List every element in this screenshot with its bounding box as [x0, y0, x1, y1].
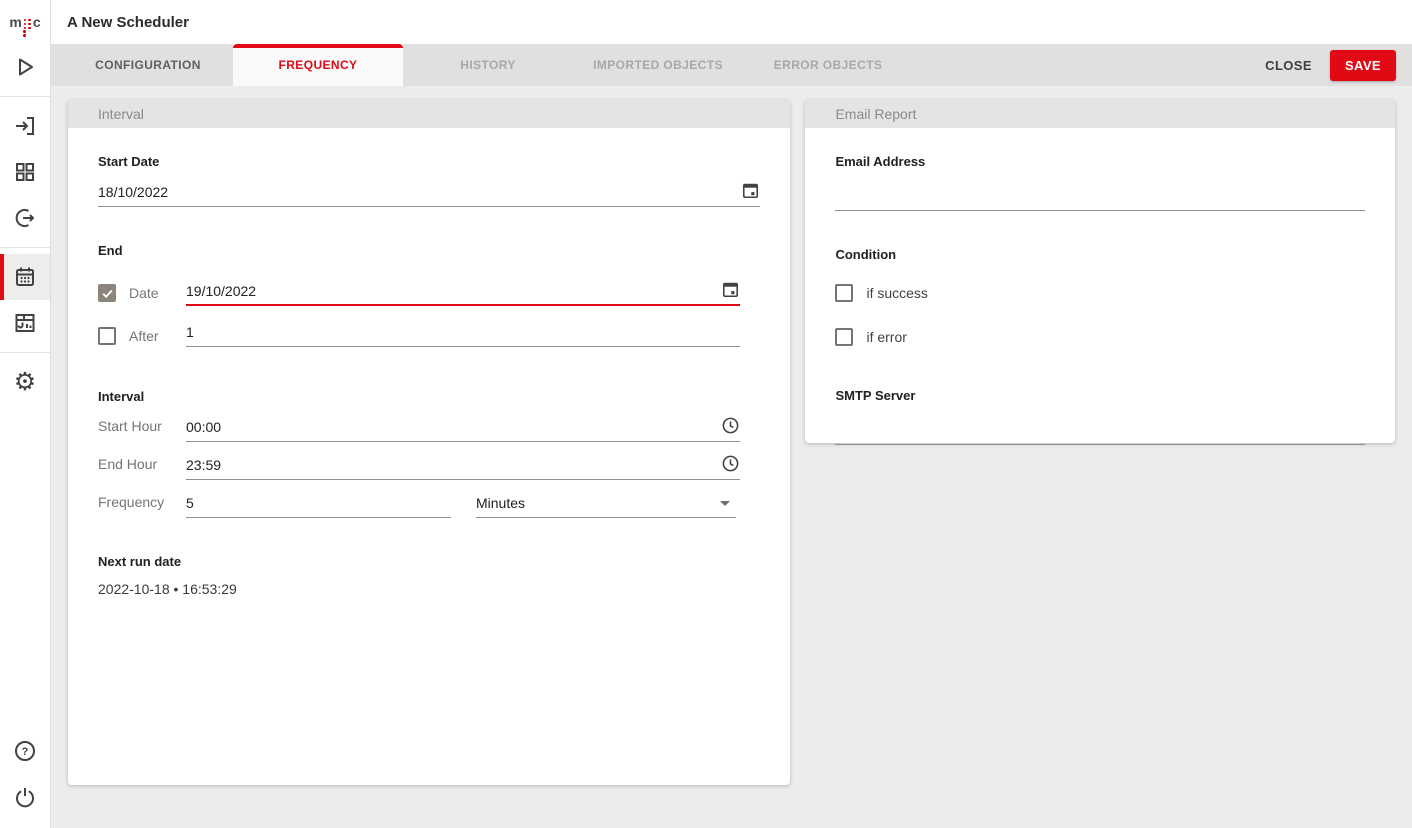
condition-error-row: if error [835, 328, 1365, 346]
tab-imported-objects: IMPORTED OBJECTS [573, 44, 743, 86]
tab-frequency[interactable]: FREQUENCY [233, 44, 403, 86]
end-hour-label: End Hour [98, 456, 157, 472]
end-after-input[interactable] [186, 324, 740, 340]
end-hour-input[interactable] [186, 457, 721, 473]
end-after-field [186, 324, 740, 347]
smtp-server-label: SMTP Server [835, 388, 1365, 403]
start-date-field [98, 181, 760, 207]
start-hour-label: Start Hour [98, 418, 162, 434]
smtp-server-field [835, 403, 1365, 445]
next-run-value: 2022-10-18 • 16:53:29 [98, 581, 760, 597]
tabbar-actions: CLOSE SAVE [1265, 44, 1412, 86]
power-icon [13, 785, 37, 809]
end-hour-row: End Hour [98, 442, 760, 480]
interval-card: Interval Start Date End [68, 100, 790, 785]
logo-letter-left: m [9, 15, 21, 29]
start-hour-field [186, 416, 740, 442]
sidebar-item-objects[interactable] [0, 149, 50, 195]
help-icon: ? [13, 739, 37, 763]
if-success-checkbox[interactable] [835, 284, 853, 302]
condition-success-row: if success [835, 284, 1365, 302]
end-date-row: Date [98, 280, 760, 306]
email-address-field [835, 169, 1365, 211]
sidebar-item-scheduler[interactable] [0, 254, 50, 300]
email-address-input[interactable] [835, 169, 1365, 210]
if-error-checkbox[interactable] [835, 328, 853, 346]
calendar-icon [17, 265, 37, 289]
start-date-label: Start Date [98, 154, 760, 169]
sidebar-item-reports[interactable] [0, 300, 50, 346]
sidebar-item-run[interactable] [0, 44, 50, 90]
email-card-header: Email Report [805, 100, 1395, 128]
smtp-server-input[interactable] [835, 403, 1365, 444]
end-after-option-label: After [129, 328, 159, 344]
titlebar: A New Scheduler [51, 0, 1412, 44]
sidebar: m c [0, 0, 51, 828]
if-success-label: if success [866, 285, 927, 301]
main-content: Interval Start Date End [51, 86, 1412, 828]
logo-letter-right: c [33, 15, 41, 29]
sidebar-item-power[interactable] [0, 774, 50, 820]
condition-label: Condition [835, 247, 1365, 262]
tab-error-objects: ERROR OBJECTS [743, 44, 913, 86]
tab-configuration[interactable]: CONFIGURATION [63, 44, 233, 86]
start-hour-input[interactable] [186, 419, 721, 435]
play-icon [13, 55, 37, 79]
interval-section-label: Interval [98, 389, 760, 404]
chevron-down-icon [720, 501, 730, 506]
frequency-unit-value: Minutes [476, 495, 720, 511]
email-report-card: Email Report Email Address Condition if … [805, 100, 1395, 443]
sidebar-item-export[interactable] [0, 195, 50, 241]
report-icon [13, 311, 37, 335]
sidebar-divider [0, 96, 50, 97]
apps-grid-icon [13, 160, 37, 184]
settings-gear-icon: ⚙ [14, 370, 36, 395]
end-date-input[interactable] [186, 283, 721, 299]
tabbar: CONFIGURATION FREQUENCY HISTORY IMPORTED… [51, 44, 1412, 86]
calendar-picker-icon[interactable] [721, 280, 740, 299]
save-button[interactable]: SAVE [1330, 50, 1396, 81]
end-hour-field [186, 454, 740, 480]
svg-text:?: ? [22, 746, 29, 758]
interval-card-header: Interval [68, 100, 790, 128]
login-icon [13, 114, 37, 138]
end-date-field [186, 280, 740, 306]
sidebar-divider [0, 352, 50, 353]
page-title: A New Scheduler [67, 14, 189, 31]
close-button[interactable]: CLOSE [1265, 58, 1312, 73]
frequency-field [186, 495, 451, 518]
clock-icon[interactable] [721, 416, 740, 435]
start-date-input[interactable] [98, 184, 741, 200]
email-address-label: Email Address [835, 154, 1365, 169]
end-after-checkbox[interactable] [98, 327, 116, 345]
logout-icon [13, 206, 37, 230]
sidebar-divider [0, 247, 50, 248]
if-error-label: if error [866, 329, 906, 345]
frequency-input[interactable] [186, 495, 451, 511]
end-label: End [98, 243, 760, 258]
end-after-row: After [98, 324, 760, 347]
sidebar-item-help[interactable]: ? [0, 728, 50, 774]
next-run-label: Next run date [98, 554, 760, 569]
clock-icon[interactable] [721, 454, 740, 473]
frequency-label: Frequency [98, 494, 164, 510]
start-hour-row: Start Hour [98, 404, 760, 442]
tab-history: HISTORY [403, 44, 573, 86]
sidebar-item-settings[interactable]: ⚙ [0, 359, 50, 405]
end-date-option-label: Date [129, 285, 159, 301]
calendar-picker-icon[interactable] [741, 181, 760, 200]
frequency-row: Frequency Minutes [98, 480, 760, 518]
frequency-unit-select[interactable]: Minutes [476, 495, 736, 518]
sidebar-item-import[interactable] [0, 103, 50, 149]
end-date-checkbox[interactable] [98, 284, 116, 302]
app-logo: m c [0, 0, 50, 44]
logo-dots [24, 19, 27, 30]
